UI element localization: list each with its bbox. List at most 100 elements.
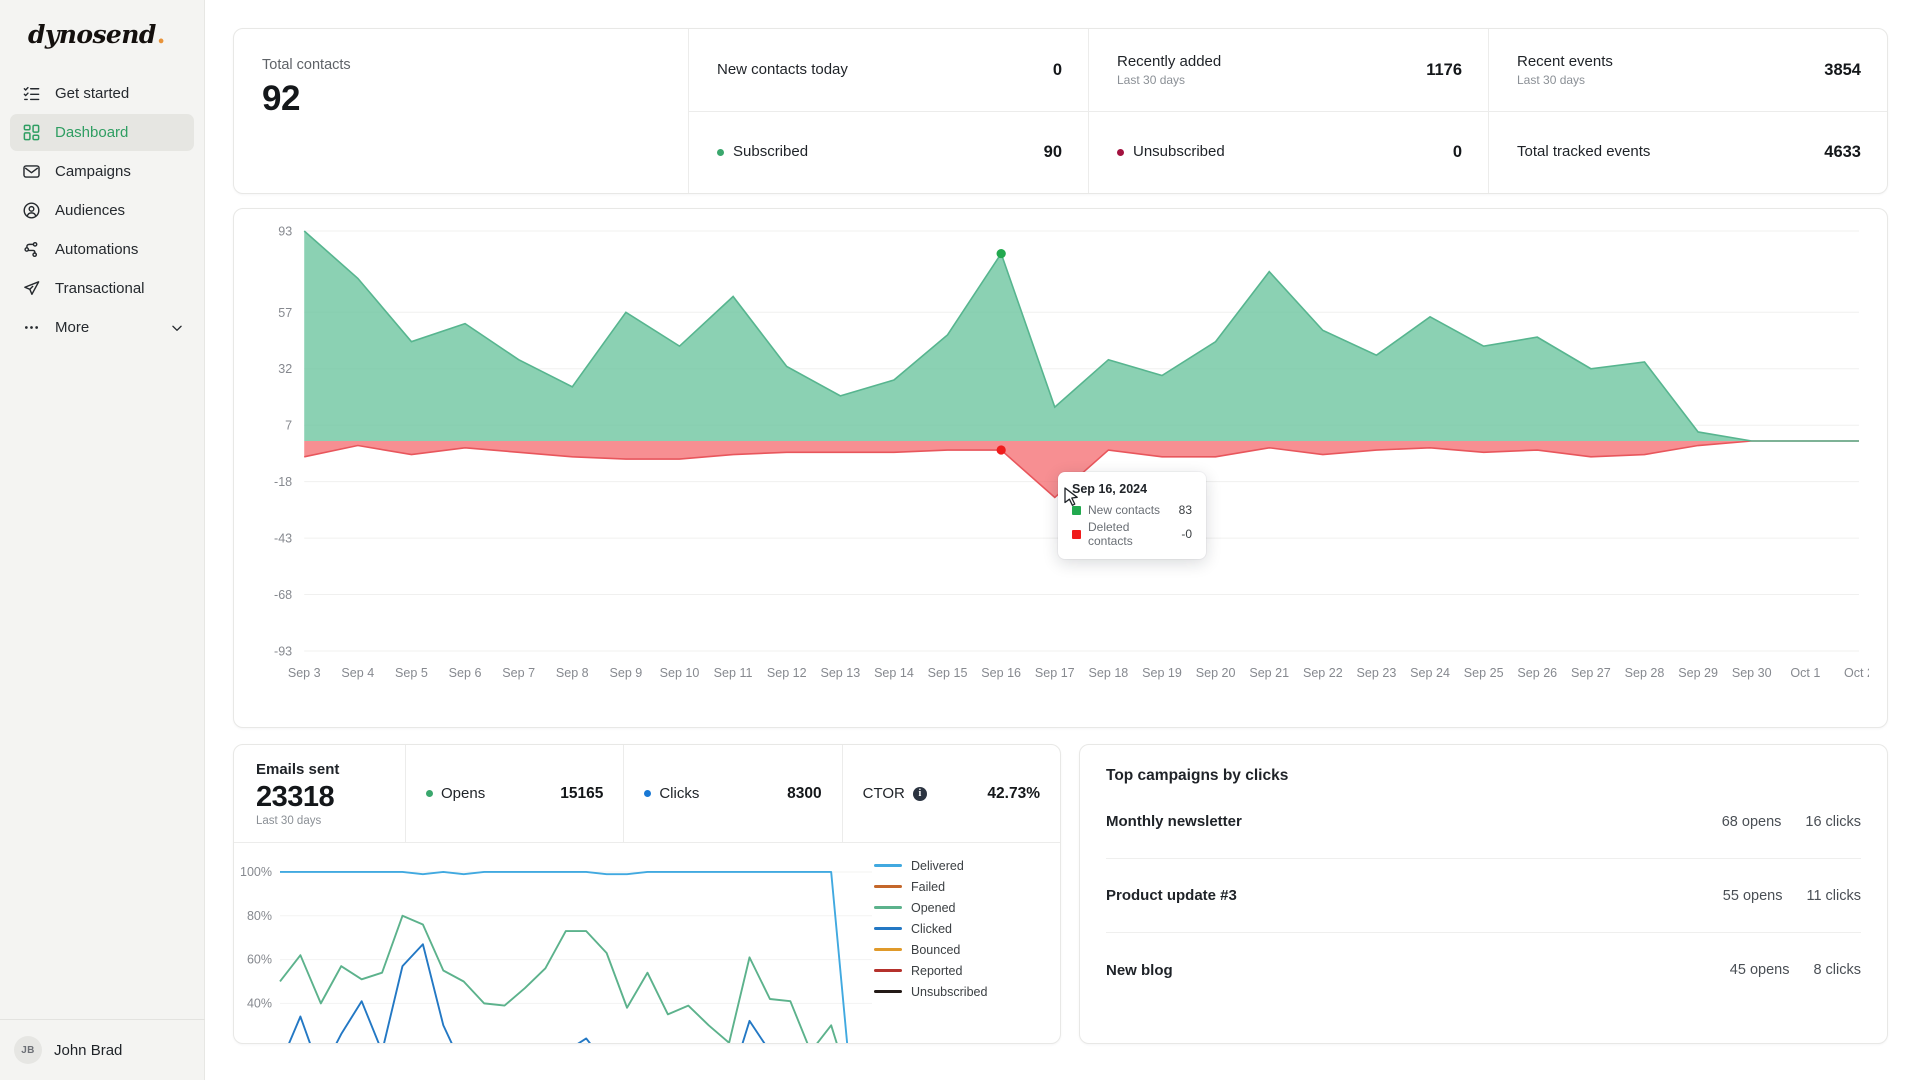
kpi-column-contacts: New contacts today 0 Subscribed 90 [689, 29, 1089, 193]
contacts-chart[interactable]: 93 57 32 7 -18 -43 -68 -93 Sep 3 Sep 4 Sep 5 Sep 6… [252, 219, 1869, 719]
chart-tooltip: Sep 16, 2024 New contacts 83 Deleted con… [1058, 472, 1206, 559]
sidebar-item-get-started[interactable]: Get started [10, 75, 194, 112]
campaign-row[interactable]: Product update #3 55 opens 11 clicks [1106, 859, 1861, 933]
svg-text:Sep 9: Sep 9 [609, 666, 642, 680]
info-icon[interactable]: i [912, 786, 927, 801]
legend-item-unsubscribed[interactable]: Unsubscribed [874, 981, 987, 1002]
sidebar-item-audiences[interactable]: Audiences [10, 192, 194, 229]
grid-squares-icon [22, 123, 41, 142]
sidebar-item-transactional[interactable]: Transactional [10, 270, 194, 307]
metric-clicks: Clicks 8300 [624, 745, 843, 842]
tooltip-series-value: 83 [1178, 503, 1192, 517]
dashboard-app: dynosend. Get started Dashboard Campaign… [0, 0, 1920, 1080]
campaign-opens: 45 opens [1729, 962, 1790, 978]
svg-text:Sep 10: Sep 10 [660, 666, 700, 680]
status-dot-subscribed [717, 149, 724, 156]
kpi-value: 1176 [1426, 60, 1462, 79]
brand-logo[interactable]: dynosend. [0, 0, 204, 71]
sidebar-item-label: Get started [55, 85, 130, 102]
campaign-row[interactable]: Monthly newsletter 68 opens 16 clicks [1106, 785, 1861, 859]
sidebar-item-dashboard[interactable]: Dashboard [10, 114, 194, 151]
tooltip-series-name: New contacts [1088, 503, 1161, 517]
metric-value: 42.73% [987, 784, 1040, 802]
metric-opens: Opens 15165 [406, 745, 625, 842]
svg-text:Sep 14: Sep 14 [874, 666, 914, 680]
svg-text:Sep 20: Sep 20 [1196, 666, 1236, 680]
brand-name: dynosend [28, 20, 156, 49]
sidebar-item-label: More [55, 319, 90, 336]
mouse-cursor-icon [1064, 487, 1078, 506]
legend-swatch [874, 906, 902, 909]
kpi-label: Unsubscribed [1133, 143, 1225, 161]
emails-sent-card: Emails sent 23318 Last 30 days Opens 151… [233, 744, 1061, 1044]
svg-text:100%: 100% [240, 865, 272, 879]
sidebar-item-label: Audiences [55, 202, 126, 219]
kpi-sublabel: Last 30 days [1517, 73, 1586, 88]
legend-item-reported[interactable]: Reported [874, 960, 987, 981]
campaign-clicks: 8 clicks [1813, 962, 1861, 978]
metric-ctor: CTOR i 42.73% [843, 745, 1060, 842]
legend-label: Delivered [911, 858, 964, 873]
svg-text:Oct 1: Oct 1 [1790, 666, 1820, 680]
legend-swatch [874, 927, 902, 930]
automation-nodes-icon [22, 240, 41, 259]
sidebar-item-campaigns[interactable]: Campaigns [10, 153, 194, 190]
user-circle-icon [22, 201, 41, 220]
sidebar-item-more[interactable]: More [10, 309, 194, 346]
sidebar-item-label: Dashboard [55, 124, 129, 141]
status-dot-unsubscribed [1117, 149, 1124, 156]
svg-text:Sep 29: Sep 29 [1678, 666, 1718, 680]
svg-text:80%: 80% [247, 909, 272, 923]
tooltip-row-new-contacts: New contacts 83 [1072, 503, 1192, 517]
legend-item-delivered[interactable]: Delivered [874, 855, 987, 876]
sidebar: dynosend. Get started Dashboard Campaign… [0, 0, 205, 1080]
kpi-sublabel: Last 30 days [1117, 73, 1186, 88]
legend-item-opened[interactable]: Opened [874, 897, 987, 918]
kpi-recent-events: Recent events Last 30 days 3854 [1489, 29, 1887, 111]
legend-swatch [874, 885, 902, 888]
contacts-area-chart-svg[interactable]: 93 57 32 7 -18 -43 -68 -93 [252, 219, 1869, 659]
legend-swatch [874, 864, 902, 867]
campaign-name: Product update #3 [1106, 887, 1237, 904]
kpi-label: Recent events [1517, 52, 1613, 70]
legend-label: Opened [911, 900, 956, 915]
sidebar-item-automations[interactable]: Automations [10, 231, 194, 268]
svg-text:Sep 28: Sep 28 [1625, 666, 1665, 680]
svg-text:Sep 16: Sep 16 [981, 666, 1021, 680]
legend-label: Bounced [911, 942, 961, 957]
legend-label: Reported [911, 963, 963, 978]
chart-legend: Delivered Failed Opened Clicked Bounced … [874, 855, 987, 1002]
svg-text:Oct 2: Oct 2 [1844, 666, 1869, 680]
svg-text:Sep 30: Sep 30 [1732, 666, 1772, 680]
legend-item-failed[interactable]: Failed [874, 876, 987, 897]
email-performance-chart[interactable]: 100% 80% 60% 40% Delivered Failed Opened [234, 843, 1060, 1043]
emails-sent-label: Emails sent [256, 761, 340, 778]
kpi-summary-card: Total contacts 92 New contacts today 0 S… [233, 28, 1888, 194]
metric-label: Opens [441, 785, 486, 802]
svg-text:Sep 11: Sep 11 [714, 666, 753, 680]
legend-item-clicked[interactable]: Clicked [874, 918, 987, 939]
metric-label: CTOR [862, 785, 905, 802]
kpi-label: Subscribed [733, 143, 809, 161]
svg-text:Sep 12: Sep 12 [767, 666, 807, 680]
campaign-clicks: 16 clicks [1805, 813, 1861, 830]
kpi-value: 4633 [1824, 143, 1861, 161]
sidebar-item-label: Campaigns [55, 163, 131, 180]
ellipsis-icon [22, 318, 41, 337]
legend-item-bounced[interactable]: Bounced [874, 939, 987, 960]
sidebar-user[interactable]: JB John Brad [0, 1019, 205, 1080]
svg-text:-18: -18 [274, 475, 292, 489]
kpi-label: Total tracked events [1517, 143, 1651, 161]
envelope-icon [22, 162, 41, 181]
legend-label: Unsubscribed [911, 984, 988, 999]
campaign-row[interactable]: New blog 45 opens 8 clicks [1106, 933, 1861, 1007]
kpi-value: 92 [262, 79, 300, 118]
svg-text:Sep 4: Sep 4 [341, 666, 374, 680]
svg-text:Sep 23: Sep 23 [1357, 666, 1397, 680]
bottom-row: Emails sent 23318 Last 30 days Opens 151… [233, 744, 1888, 1044]
svg-text:Sep 21: Sep 21 [1249, 666, 1289, 680]
main-content: Total contacts 92 New contacts today 0 S… [205, 0, 1920, 1080]
svg-text:Sep 3: Sep 3 [288, 666, 321, 680]
legend-swatch [874, 969, 902, 972]
sidebar-item-label: Transactional [55, 280, 145, 297]
